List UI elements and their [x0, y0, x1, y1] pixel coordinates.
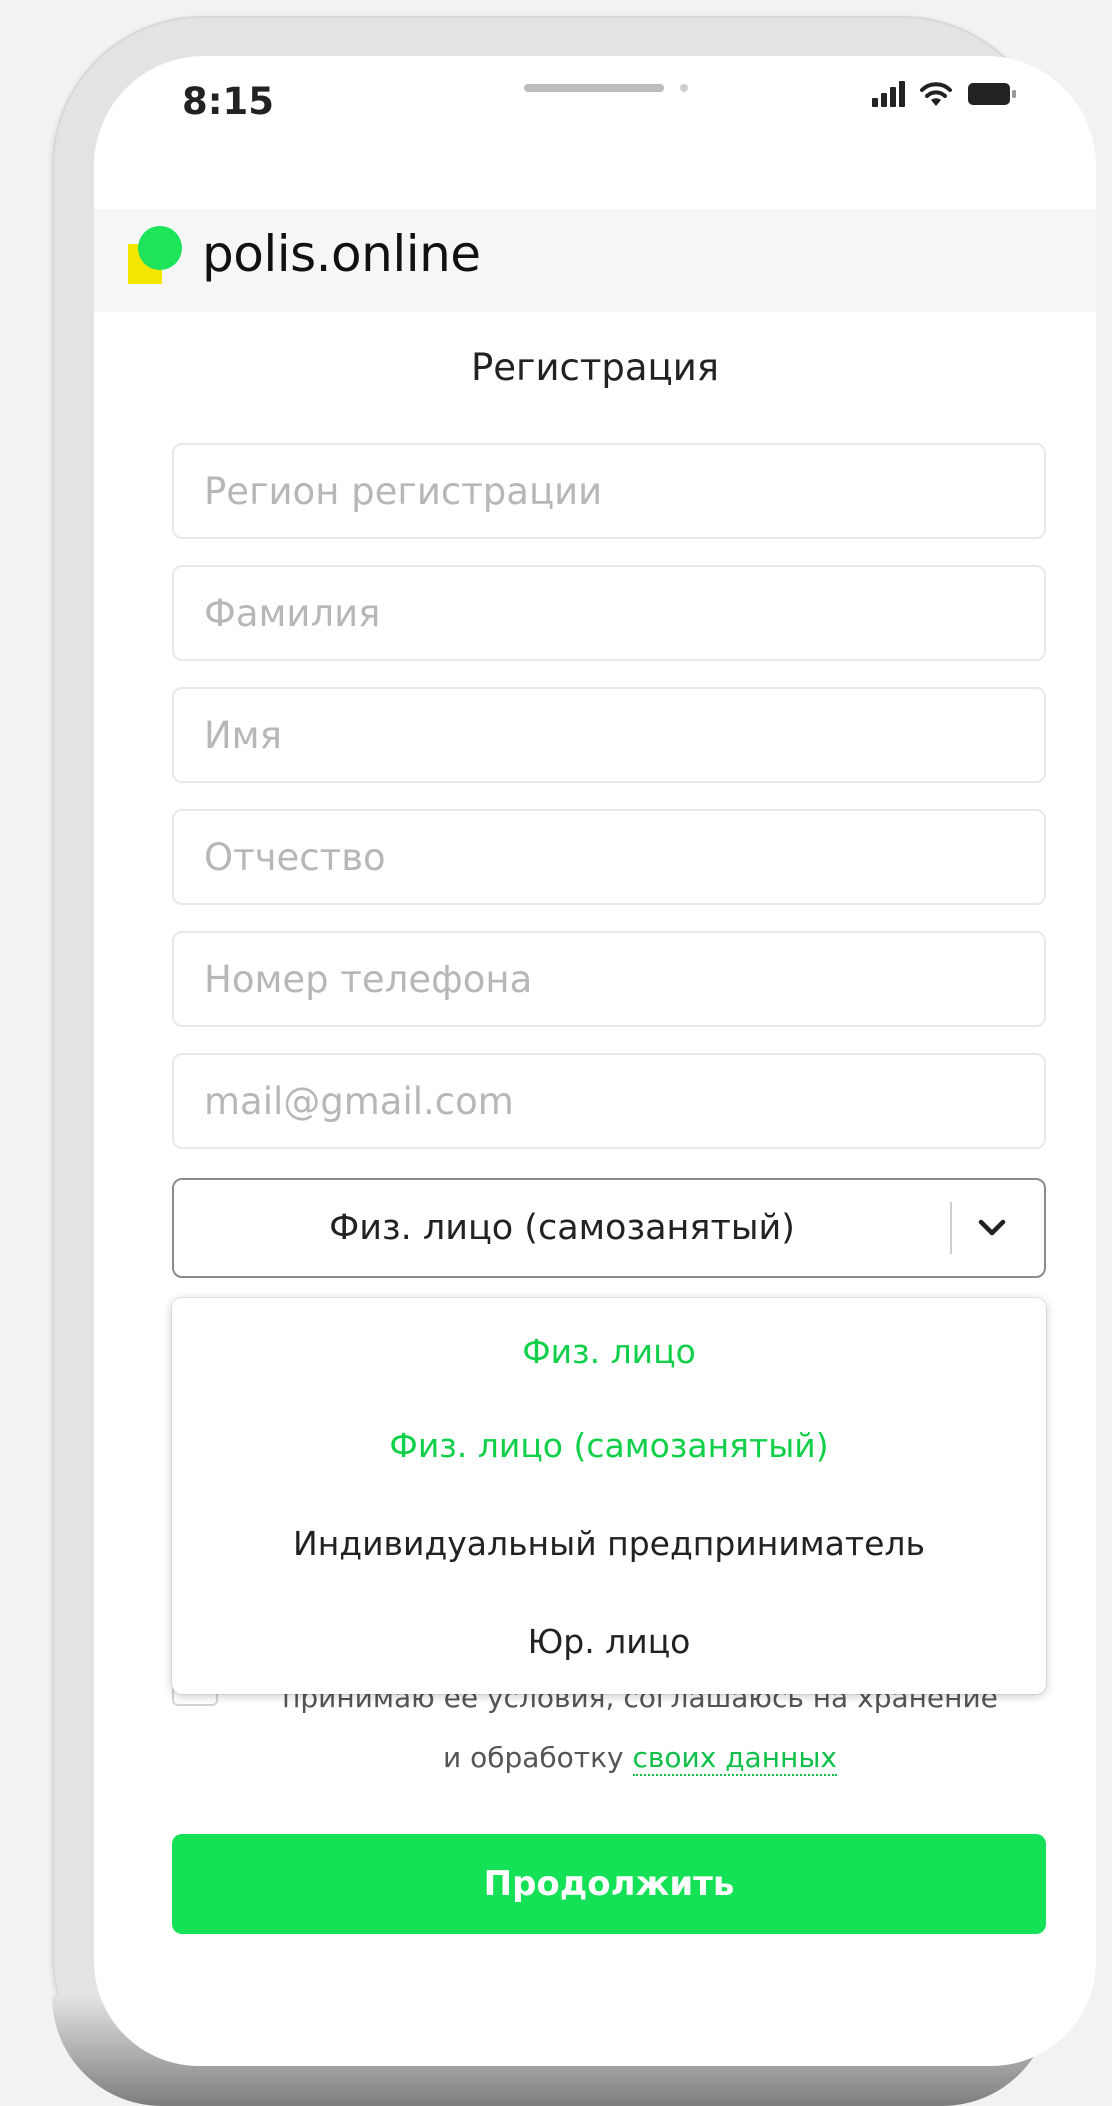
entity-type-select[interactable]: Физ. лицо (самозанятый) — [172, 1178, 1046, 1278]
region-field[interactable] — [172, 443, 1046, 539]
continue-button[interactable]: Продолжить — [172, 1834, 1046, 1934]
patronymic-input[interactable] — [174, 811, 1044, 903]
agreement-line-2: и обработку своих данных — [234, 1728, 1046, 1788]
signal-icon — [872, 81, 905, 107]
logo-text: polis.online — [202, 225, 481, 283]
phone-screen: 8:15 polis.online Регистрация Регион рег… — [94, 56, 1096, 2066]
phone-input[interactable] — [174, 933, 1044, 1025]
option-sole-proprietor[interactable]: Индивидуальный предприниматель — [172, 1498, 1046, 1588]
email-field[interactable] — [172, 1053, 1046, 1149]
logo-icon — [128, 226, 184, 286]
option-legal-entity[interactable]: Юр. лицо — [172, 1596, 1046, 1686]
first-name-field[interactable] — [172, 687, 1046, 783]
region-input[interactable] — [174, 445, 1044, 537]
last-name-field[interactable] — [172, 565, 1046, 661]
status-time: 8:15 — [182, 80, 275, 123]
status-icons — [872, 80, 1017, 108]
entity-type-dropdown: Физ. лицо Физ. лицо (самозанятый) Индиви… — [172, 1298, 1046, 1694]
wifi-icon — [919, 80, 953, 108]
option-self-employed[interactable]: Физ. лицо (самозанятый) — [172, 1400, 1046, 1490]
select-divider — [950, 1202, 952, 1254]
email-input[interactable] — [174, 1055, 1044, 1147]
notch-indicator — [524, 84, 664, 92]
chevron-down-icon[interactable] — [972, 1210, 1012, 1246]
first-name-input[interactable] — [174, 689, 1044, 781]
patronymic-field[interactable] — [172, 809, 1046, 905]
battery-icon — [967, 81, 1017, 107]
camera-dot — [680, 84, 688, 92]
last-name-input[interactable] — [174, 567, 1044, 659]
status-bar: 8:15 — [94, 56, 1096, 216]
agreement-line-2-prefix: и обработку — [442, 1741, 633, 1774]
page-title: Регистрация — [470, 346, 720, 389]
app-header: polis.online — [94, 209, 1096, 312]
data-processing-link[interactable]: своих данных — [632, 1741, 838, 1776]
option-individual[interactable]: Физ. лицо — [172, 1306, 1046, 1396]
entity-type-selected[interactable]: Физ. лицо (самозанятый) — [174, 1180, 950, 1276]
phone-field[interactable] — [172, 931, 1046, 1027]
